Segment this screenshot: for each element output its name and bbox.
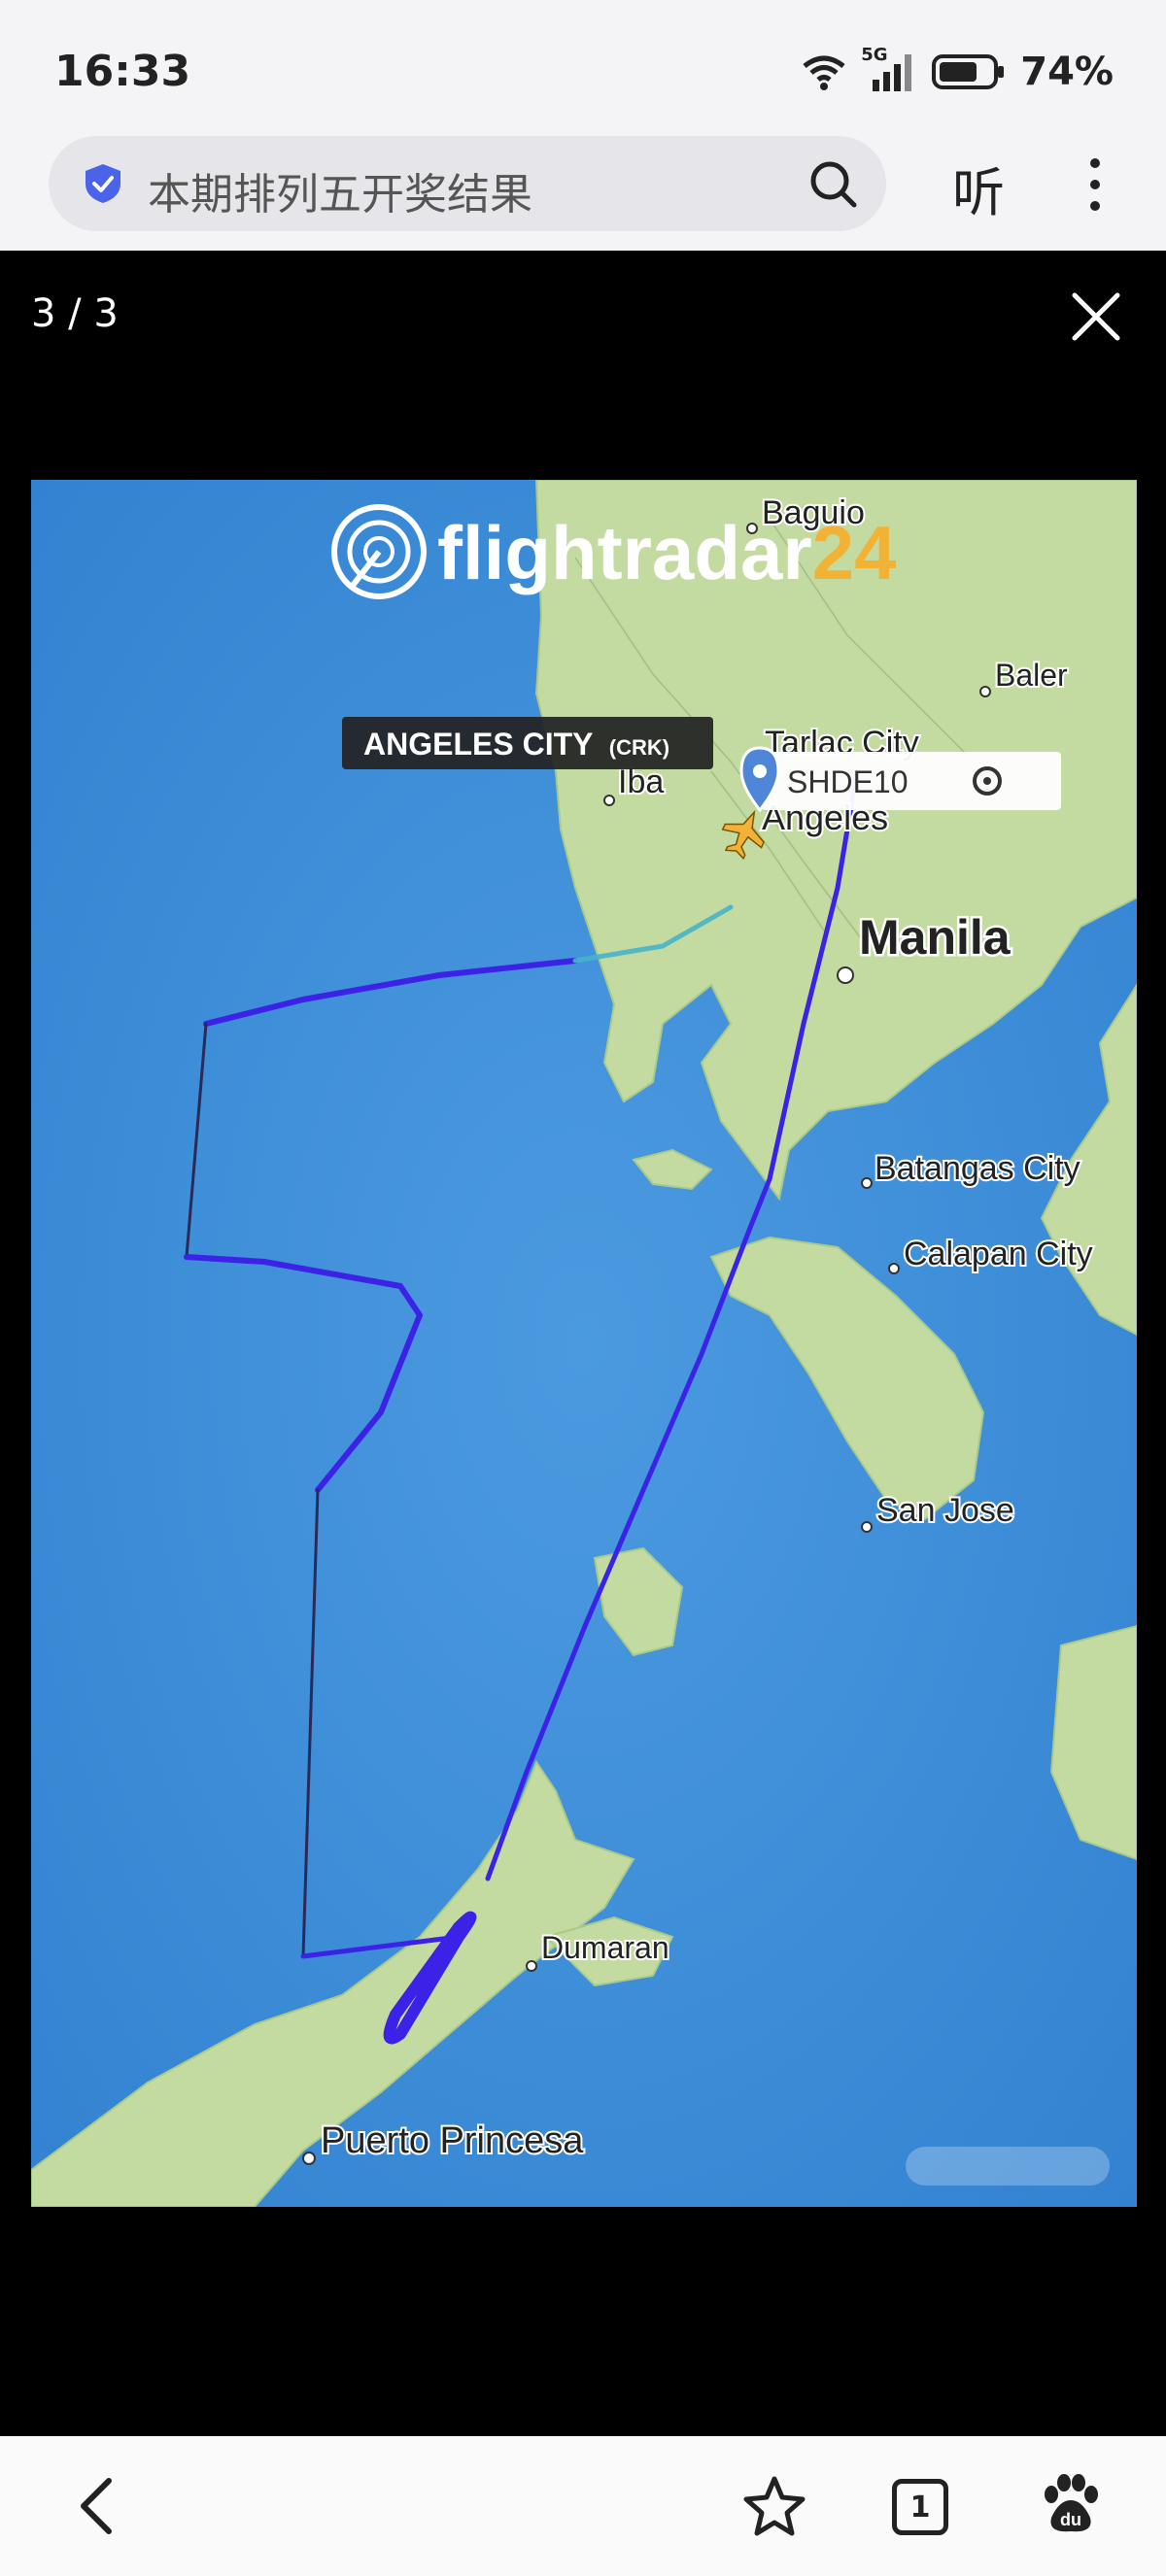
search-query[interactable]: 本期排列五开奖结果 xyxy=(148,159,532,221)
airport-name: ANGELES CITY xyxy=(363,727,593,762)
star-icon[interactable] xyxy=(742,2475,806,2537)
search-icon[interactable] xyxy=(806,157,859,210)
image-viewer: 3 / 3 Baguio Baler Tarlac City Iba Angel… xyxy=(0,251,1166,2436)
tabs-button[interactable]: 1 xyxy=(892,2479,948,2535)
watermark xyxy=(906,2147,1110,2186)
label-baler: Baler xyxy=(995,658,1068,693)
search-box[interactable]: 本期排列五开奖结果 xyxy=(49,136,886,231)
flight-callsign: SHDE10 xyxy=(787,764,909,799)
battery-percent: 74% xyxy=(1020,50,1114,94)
status-time: 16:33 xyxy=(54,47,191,96)
flight-map-image[interactable]: Baguio Baler Tarlac City Iba Angeles Man… xyxy=(31,480,1137,2207)
flight-callout[interactable]: SHDE10 xyxy=(762,752,1061,810)
back-icon[interactable] xyxy=(74,2475,117,2537)
status-icons: 5G 74% xyxy=(801,45,1114,97)
baidu-paw-icon[interactable]: du xyxy=(1040,2473,1102,2537)
label-puertoprincesa: Puerto Princesa xyxy=(321,2120,584,2161)
shield-check-icon xyxy=(86,164,120,203)
label-dumaran: Dumaran xyxy=(541,1930,669,1965)
label-batangas: Batangas City xyxy=(874,1150,1080,1187)
close-icon[interactable] xyxy=(1069,289,1123,344)
logo-text: flightradar xyxy=(437,510,812,595)
status-bar: 16:33 5G 74% xyxy=(0,0,1166,136)
label-sanjose: San Jose xyxy=(876,1492,1014,1529)
signal-icon: 5G xyxy=(861,45,917,93)
image-counter: 3 / 3 xyxy=(31,291,119,336)
listen-button[interactable]: 听 xyxy=(952,150,1005,226)
label-manila: Manila xyxy=(859,910,1012,965)
battery-icon xyxy=(932,54,1005,89)
label-calapan: Calapan City xyxy=(904,1236,1093,1272)
map-svg: Baguio Baler Tarlac City Iba Angeles Man… xyxy=(31,480,1137,2207)
bottom-nav: 1 du xyxy=(0,2436,1166,2576)
browser-toolbar: 本期排列五开奖结果 听 xyxy=(0,136,1166,251)
airport-label: ANGELES CITY (CRK) xyxy=(342,717,713,769)
more-vertical-icon[interactable] xyxy=(1080,155,1110,214)
svg-text:du: du xyxy=(1060,2510,1081,2529)
tabs-count: 1 xyxy=(909,2490,931,2525)
svg-text:flightradar24: flightradar24 xyxy=(437,510,896,595)
airport-code: (CRK) xyxy=(609,735,669,760)
logo-number: 24 xyxy=(812,510,897,595)
wifi-icon xyxy=(803,55,845,90)
